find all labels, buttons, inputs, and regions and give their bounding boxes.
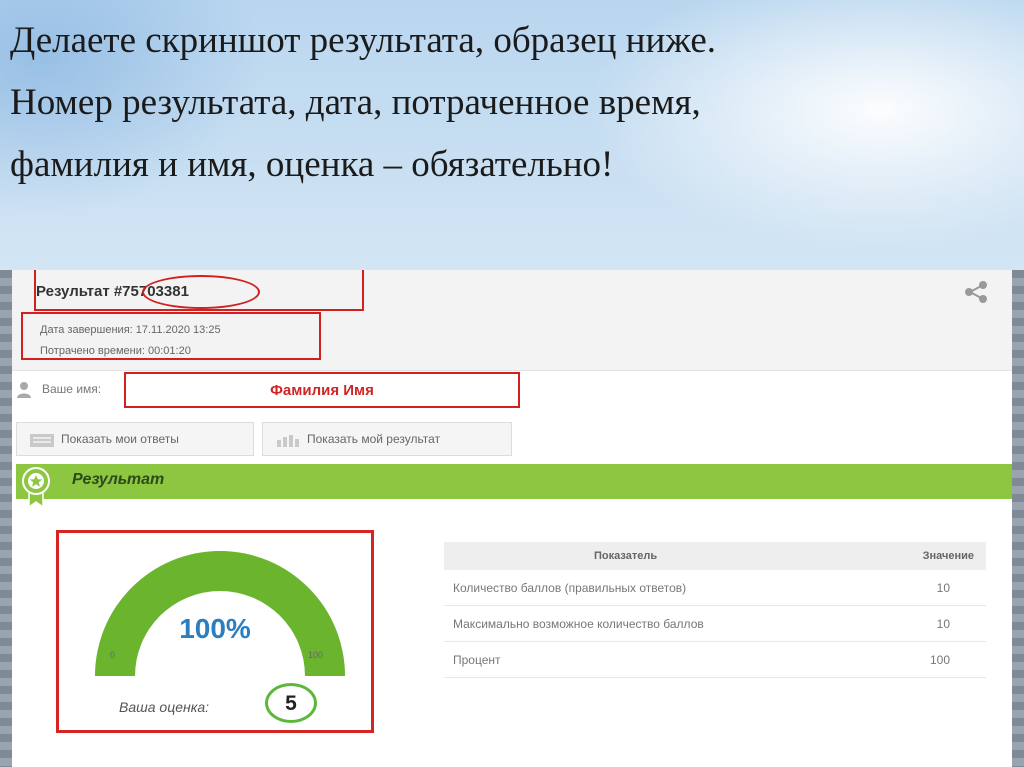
show-answers-button[interactable]: Показать мои ответы (16, 422, 254, 456)
result-section-title: Результат (72, 471, 165, 488)
table-row: Максимально возможное количество баллов … (444, 606, 986, 642)
row-value: 10 (936, 617, 950, 631)
bar-chart-icon (277, 435, 299, 447)
gauge-percent: 100% (179, 613, 251, 644)
show-result-button[interactable]: Показать мой результат (262, 422, 512, 456)
gauge-max-label: 100 (308, 650, 324, 660)
result-table: Показатель Значение Количество баллов (п… (444, 542, 986, 678)
highlight-meta-box (21, 312, 321, 360)
show-answers-label: Показать мои ответы (61, 432, 179, 446)
grade-badge: 5 (265, 683, 317, 723)
row-value: 10 (936, 581, 950, 595)
row-label: Количество баллов (правильных ответов) (453, 581, 687, 595)
gauge-min-label: 0 (110, 650, 116, 660)
header-value: Значение (922, 550, 974, 562)
name-value: Фамилия Имя (270, 382, 374, 399)
row-label: Процент (453, 653, 501, 667)
name-field[interactable]: Фамилия Имя (124, 372, 520, 408)
user-icon (17, 382, 31, 398)
list-icon (30, 434, 54, 447)
result-section-header: Результат (16, 464, 1012, 499)
result-header: Результат #75703381 Дата завершения: 17.… (12, 270, 1012, 371)
share-icon[interactable] (962, 278, 990, 306)
award-badge-icon (22, 467, 50, 508)
table-header: Показатель Значение (444, 542, 986, 570)
instruction-line-3: фамилия и имя, оценка – обязательно! (10, 144, 614, 185)
table-row: Количество баллов (правильных ответов) 1… (444, 570, 986, 606)
row-value: 100 (929, 653, 950, 667)
result-card: Результат #75703381 Дата завершения: 17.… (12, 270, 1012, 767)
gauge-panel: 100% 0 100 Ваша оценка: 5 (56, 530, 374, 733)
row-label: Максимально возможное количество баллов (453, 617, 704, 631)
grade-value: 5 (285, 692, 297, 715)
right-edge-strip (1012, 270, 1024, 767)
grade-label: Ваша оценка: (119, 699, 209, 715)
table-row: Процент 100 (444, 642, 986, 678)
show-result-label: Показать мой результат (307, 432, 441, 446)
left-edge-strip (0, 270, 12, 767)
highlight-number-oval (142, 275, 260, 309)
header-indicator: Показатель (594, 550, 658, 562)
instruction-line-2: Номер результата, дата, потраченное врем… (10, 82, 701, 123)
name-label: Ваше имя: (42, 382, 102, 396)
instruction-line-1: Делаете скриншот результата, образец ниж… (10, 20, 717, 61)
result-screenshot: Результат #75703381 Дата завершения: 17.… (0, 270, 1024, 767)
slide-instructions: Делаете скриншот результата, образец ниж… (10, 10, 1010, 196)
name-row: Ваше имя: Фамилия Имя (12, 372, 1012, 412)
